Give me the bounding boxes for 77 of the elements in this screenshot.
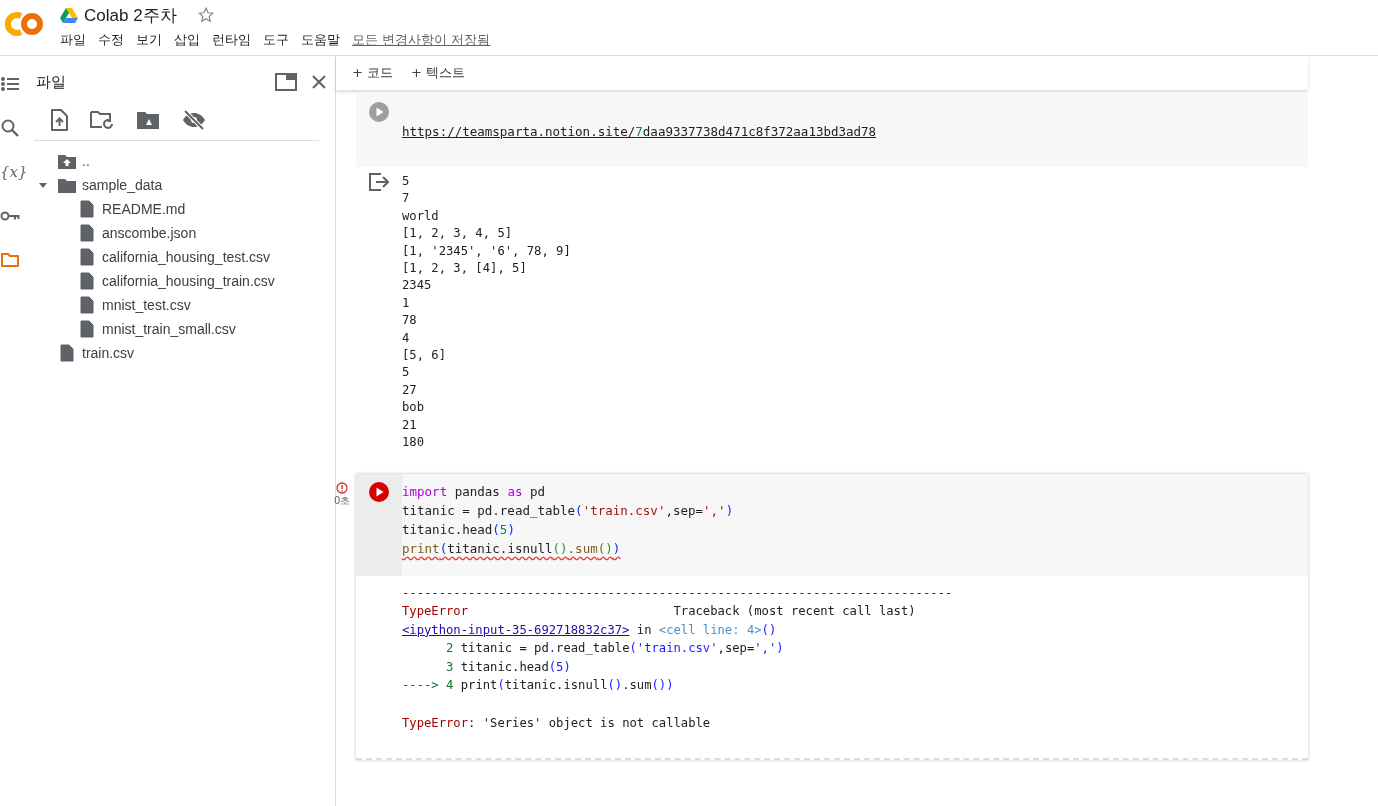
file-icon (78, 272, 96, 290)
output-line: 180 (402, 434, 424, 452)
refresh-folder-icon[interactable] (90, 110, 114, 130)
output-line: --------------------------------------------------------------------------- (402, 584, 953, 602)
run-icon[interactable] (369, 481, 389, 502)
output-line: [1, '2345', '6', 78, 9] (402, 242, 571, 260)
logo[interactable] (2, 10, 46, 38)
folder-name[interactable]: sample_data (82, 177, 163, 193)
output-line: 3 titanic.head(5) (445, 658, 571, 676)
output-line: 5 (402, 364, 410, 382)
execution-time: 0초 (334, 494, 351, 507)
menu-item[interactable]: 파일 (60, 31, 86, 49)
output-line: 2 titanic = pd.read_table('train.csv',sep=',') (445, 640, 784, 658)
file-icon (78, 224, 96, 242)
table-of-contents-icon[interactable] (0, 74, 20, 94)
menu-item[interactable]: 보기 (136, 31, 162, 49)
output-line: TypeError Traceback (most recent call last) (402, 603, 916, 621)
folder-name[interactable]: .. (82, 153, 90, 169)
add-cell-button[interactable]: + 텍스트 (405, 60, 472, 86)
drive-icon (60, 7, 78, 23)
output-line: [1, 2, 3, 4, 5] (402, 225, 513, 243)
output-line: world (402, 207, 439, 225)
code-line: titanic = pd.read_table('train.csv',sep=',') (402, 501, 734, 520)
output-line: bob (402, 399, 424, 417)
output-line: TypeError: 'Series' object is not callable (402, 714, 711, 732)
caret-icon[interactable] (38, 180, 48, 190)
output-line: [1, 2, 3, [4], 5] (402, 260, 527, 278)
file-icon (78, 320, 96, 338)
file-icon (78, 248, 96, 266)
file-name[interactable]: README.md (102, 201, 186, 217)
notebook-title[interactable]: Colab 2주차 (84, 3, 177, 27)
output-line: [5, 6] (402, 347, 447, 365)
output-line: 5 (402, 173, 410, 190)
file-icon (58, 344, 76, 362)
menu-item[interactable]: 수정 (98, 31, 124, 49)
output-line: 4 (402, 329, 410, 347)
open-in-tab-icon[interactable] (275, 73, 297, 91)
variables-icon[interactable]: {x} (0, 162, 28, 182)
output-line: 27 (402, 381, 417, 399)
file-name[interactable]: mnist_train_small.csv (102, 321, 236, 337)
code-cell[interactable]: https://teamsparta.notion.site/7daa9337738d471c8f372aa13bd3ad78 5 7 world [1, 2, 3, 4, 5] [1, '2345', '6', 78, 9] [1, 2, 3, [4], 5] 2345 1 78 4 [5, 6] 5 27 bob 21 180 (356, 94, 1308, 468)
file-name[interactable]: california_housing_test.csv (102, 249, 271, 265)
file-name[interactable]: california_housing_train.csv (102, 273, 275, 289)
output-line: ----> 4 print(titanic.isnull().sum()) (402, 677, 674, 695)
code-line: https://teamsparta.notion.site/7daa9337738d471c8f372aa13bd3ad78 (402, 123, 877, 141)
code-line: import pandas as pd (402, 482, 545, 501)
folder-icon[interactable] (0, 250, 20, 270)
parent-folder-icon (58, 153, 76, 169)
menu-item[interactable]: 도구 (263, 31, 289, 49)
close-icon[interactable] (311, 74, 327, 90)
file-icon (78, 296, 96, 314)
code-line: print(titanic.isnull().sum()) (402, 539, 621, 558)
output-icon[interactable] (369, 173, 389, 191)
output-line: 1 (402, 294, 410, 312)
add-cell-button[interactable]: + 코드 (346, 60, 400, 86)
star-icon[interactable] (196, 6, 215, 24)
output-line: 78 (402, 312, 417, 330)
output-line: 2345 (402, 277, 432, 295)
menu-item[interactable]: 도움말 (301, 31, 340, 49)
output-line: 21 (402, 416, 417, 434)
file-icon (78, 200, 96, 218)
upload-file-icon[interactable] (50, 109, 68, 131)
hide-files-icon[interactable] (182, 110, 206, 130)
file-name[interactable]: mnist_test.csv (102, 297, 191, 313)
search-icon[interactable] (0, 118, 20, 138)
save-status-link[interactable]: 모든 변경사항이 저장됨 (352, 31, 491, 49)
file-name[interactable]: train.csv (82, 345, 135, 361)
run-icon[interactable] (369, 102, 389, 122)
menu-item[interactable]: 런타임 (212, 31, 251, 49)
folder-icon (58, 177, 76, 193)
panel-title: 파일 (35, 72, 67, 92)
output-line: 7 (402, 190, 410, 208)
drive-folder-icon[interactable] (136, 110, 160, 130)
file-name[interactable]: anscombe.json (102, 225, 197, 241)
output-line: <ipython-input-35-692718832c37> in <cell line: 4>() (402, 621, 777, 639)
code-line: titanic.head(5) (402, 520, 515, 539)
menu-item[interactable]: 삽입 (174, 31, 200, 49)
